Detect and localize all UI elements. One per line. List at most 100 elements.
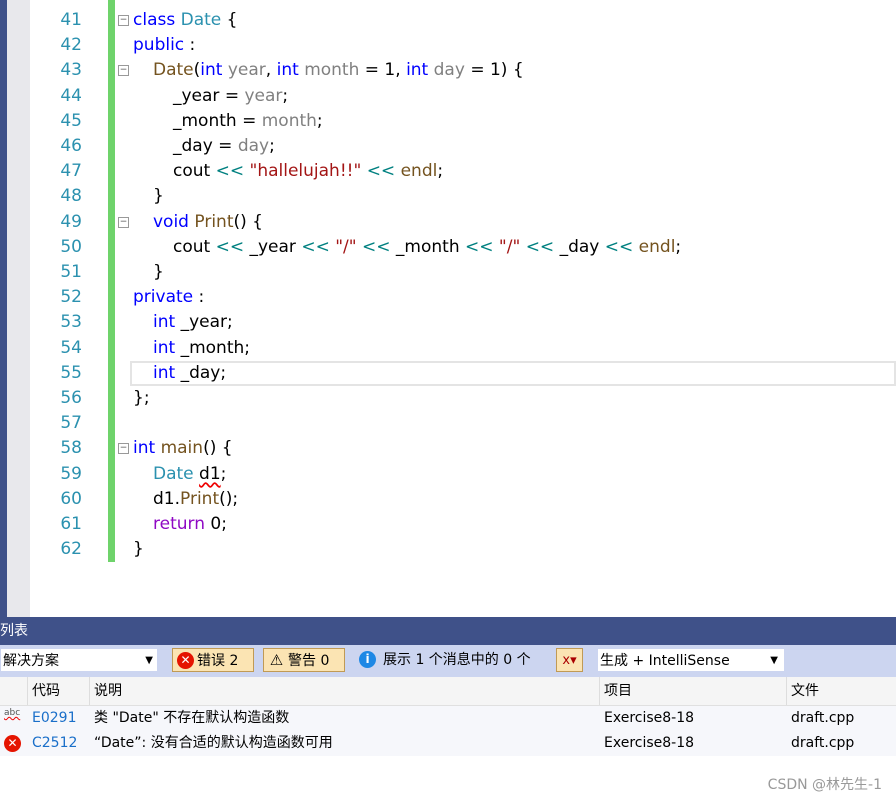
code-line[interactable]: 62} [30, 537, 896, 562]
code-token: : [184, 35, 196, 56]
code-line[interactable]: 43 − Date(int year, int month = 1, int day… [30, 58, 896, 83]
code-line[interactable]: 49 − void Print() { [30, 210, 896, 235]
code-line[interactable]: 58 − int main() { [30, 436, 896, 461]
code-text: Date d1; [153, 462, 226, 487]
code-text: _year = year; [173, 84, 288, 109]
code-line[interactable]: 55 int _day; [30, 360, 896, 386]
warnings-label: 警告 0 [288, 653, 330, 669]
intellisense-squiggle-icon: abc [4, 708, 21, 718]
line-number: 54 [60, 337, 82, 358]
code-token: _day = [173, 136, 238, 156]
code-token: ; [675, 236, 682, 257]
code-text: class Date { [133, 8, 237, 33]
code-token: ; [316, 110, 323, 131]
code-token: , [265, 60, 277, 81]
code-line[interactable]: 61 return 0; [30, 512, 896, 537]
error-row[interactable]: abc E0291 类 "Date" 不存在默认构造函数 Exercise8-18 dr… [0, 706, 896, 731]
collapse-icon[interactable]: − [118, 15, 129, 26]
error-list-header: 代码 说明 项目 文件 [0, 677, 896, 706]
code-line[interactable]: 56}; [30, 386, 896, 411]
code-line[interactable]: 41 − class Date { [30, 8, 896, 33]
code-line[interactable]: 46 _day = day; [30, 134, 896, 159]
code-token: << [215, 236, 245, 257]
code-line[interactable]: 59 Date d1; [30, 462, 896, 487]
line-number: 58 [60, 438, 82, 459]
code-line[interactable]: 53 int _year; [30, 310, 896, 335]
line-number: 47 [60, 161, 82, 182]
code-token: int [406, 60, 434, 81]
code-text: } [133, 537, 144, 562]
line-number: 52 [60, 287, 82, 308]
code-text: int _year; [153, 310, 233, 335]
code-token: _month; [180, 337, 250, 358]
code-token: int [133, 438, 161, 459]
panel-title: 列表 [0, 617, 896, 645]
scope-dropdown[interactable]: 解决方案 ▼ [0, 648, 158, 672]
line-number: 42 [60, 35, 82, 56]
chevron-down-icon: ▼ [770, 655, 778, 666]
code-token: _year; [180, 312, 233, 333]
indicator-margin [7, 0, 30, 617]
code-token: cout [173, 161, 216, 182]
error-code[interactable]: C2512 [32, 731, 77, 756]
code-text: cout << "hallelujah!!" << endl; [173, 159, 443, 184]
code-line[interactable]: 54 int _month; [30, 336, 896, 361]
code-line[interactable]: 52 private : [30, 285, 896, 310]
line-number: 44 [60, 85, 82, 106]
collapse-icon[interactable]: − [118, 216, 129, 228]
code-text: cout << _year << "/" << _month << "/" <<… [173, 235, 681, 260]
code-line[interactable]: 48} [30, 184, 896, 209]
code-token: _year [244, 236, 302, 257]
code-editor[interactable]: 41− class Date {42 public :43− Date(int yea… [0, 0, 896, 617]
error-row[interactable]: ✕ C2512 “Date”: 没有合适的默认构造函数可用 Exercise8-18 d… [0, 731, 896, 756]
code-token: month [261, 110, 317, 131]
error-code[interactable]: E0291 [32, 706, 76, 731]
code-token: private [133, 287, 194, 308]
error-description: 类 "Date" 不存在默认构造函数 [94, 710, 290, 726]
scope-value: 解决方案 [3, 653, 59, 669]
code-token: (); [219, 488, 239, 509]
info-icon: i [359, 651, 376, 668]
messages-filter-button[interactable]: i 展示 1 个消息中的 0 个 [355, 648, 545, 672]
column-project[interactable]: 项目 [599, 677, 786, 705]
code-token: : [193, 287, 205, 308]
code-line[interactable]: 50 cout << _year << "/" << _month << "/" … [30, 235, 896, 260]
code-token: << [366, 161, 396, 182]
line-number: 59 [60, 463, 82, 484]
line-number: 48 [60, 186, 82, 207]
code-token: _month = [173, 110, 262, 131]
code-line[interactable]: 42 public : [30, 33, 896, 58]
line-number: 55 [60, 362, 82, 383]
column-file[interactable]: 文件 [786, 677, 896, 705]
code-token: _day [554, 236, 605, 257]
code-token: d1. [153, 488, 181, 509]
code-text: int main() { [133, 436, 233, 461]
line-number: 46 [60, 136, 82, 156]
collapse-icon[interactable]: − [118, 443, 129, 455]
source-dropdown[interactable]: 生成 + IntelliSense ▼ [597, 648, 785, 672]
column-description[interactable]: 说明 [89, 677, 599, 705]
code-token: "/" [335, 236, 357, 257]
code-line[interactable]: 44 _year = year; [30, 84, 896, 109]
code-token: _month [390, 236, 465, 257]
code-token: _day; [180, 362, 227, 383]
code-text: private : [133, 285, 204, 310]
warnings-filter-button[interactable]: ⚠ 警告 0 [263, 648, 345, 672]
code-token: << [362, 236, 391, 257]
line-number: 49 [60, 211, 82, 232]
collapse-icon[interactable]: − [118, 65, 129, 77]
code-line[interactable]: 45 _month = month; [30, 109, 896, 134]
clear-filter-icon[interactable]: x▾ [556, 648, 583, 672]
code-line[interactable]: 51} [30, 260, 896, 285]
errors-filter-button[interactable]: ✕ 错误 2 [172, 648, 254, 672]
code-token: ; [437, 161, 444, 182]
code-token: ; [282, 85, 289, 106]
code-line[interactable]: 57 [30, 411, 896, 436]
code-line[interactable]: 60 d1.Print(); [30, 487, 896, 512]
left-toolbar-strip [0, 0, 7, 617]
code-line[interactable]: 47 cout << "hallelujah!!" << endl; [30, 159, 896, 184]
code-text: Date(int year, int month = 1, int day = … [153, 58, 524, 83]
column-code[interactable]: 代码 [27, 677, 89, 705]
code-text: int _day; [153, 361, 226, 386]
code-token: int [276, 60, 305, 81]
